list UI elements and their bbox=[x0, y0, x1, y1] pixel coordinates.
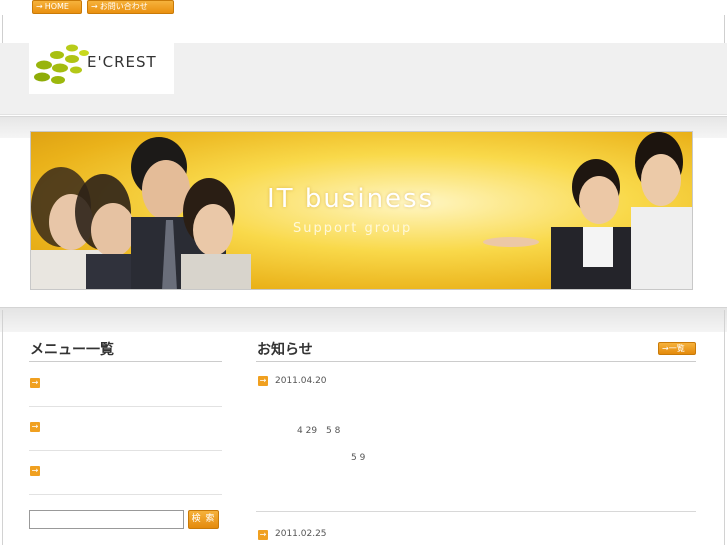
arrow-right-icon: → bbox=[30, 378, 40, 388]
news-date[interactable]: 2011.02.25 bbox=[275, 529, 327, 539]
contact-label: お問い合わせ bbox=[99, 2, 148, 11]
frame-left-line bbox=[2, 15, 3, 43]
arrow-right-icon: → bbox=[258, 376, 268, 386]
hero-title: IT business bbox=[267, 184, 435, 214]
top-nav: → HOME → お問い合わせ bbox=[0, 0, 727, 15]
news-title: お知らせ bbox=[257, 342, 313, 358]
arrow-right-icon: → bbox=[258, 530, 268, 540]
site-logo[interactable]: E'CREST bbox=[29, 37, 174, 94]
home-label: HOME bbox=[44, 2, 69, 11]
content-right-line bbox=[724, 310, 725, 545]
news-text: 5 9 bbox=[351, 453, 366, 463]
news-list-button[interactable]: →一覧 bbox=[658, 342, 696, 355]
search-input[interactable] bbox=[29, 510, 184, 529]
menu-item[interactable]: → bbox=[29, 451, 222, 495]
frame-right-line bbox=[724, 15, 725, 43]
news-title-rule bbox=[256, 361, 696, 362]
news-text: 4 29 5 8 bbox=[297, 426, 341, 436]
menu-title: メニュー一覧 bbox=[30, 342, 114, 358]
hero-banner: IT business Support group bbox=[30, 131, 693, 290]
home-button[interactable]: → HOME bbox=[32, 0, 82, 14]
search-button[interactable]: 検 索 bbox=[188, 510, 219, 529]
arrow-right-icon: → bbox=[36, 2, 43, 11]
content-left-line bbox=[2, 310, 3, 545]
content-top-band bbox=[0, 307, 727, 332]
page: → HOME → お問い合わせ E'CREST IT business Supp… bbox=[0, 0, 727, 545]
menu-item[interactable]: → bbox=[29, 407, 222, 451]
logo-dots-icon bbox=[34, 44, 89, 84]
arrow-right-icon: → bbox=[30, 466, 40, 476]
contact-button[interactable]: → お問い合わせ bbox=[87, 0, 174, 14]
arrow-right-icon: → bbox=[662, 344, 669, 353]
arrow-right-icon: → bbox=[91, 2, 98, 11]
menu-item[interactable]: → bbox=[29, 363, 222, 407]
menu-title-rule bbox=[29, 361, 222, 362]
arrow-right-icon: → bbox=[30, 422, 40, 432]
hero-subtitle: Support group bbox=[293, 221, 413, 236]
news-date[interactable]: 2011.04.20 bbox=[275, 376, 327, 386]
news-separator bbox=[256, 511, 696, 512]
news-list-label: 一覧 bbox=[668, 344, 685, 353]
logo-text: E'CREST bbox=[87, 53, 157, 71]
